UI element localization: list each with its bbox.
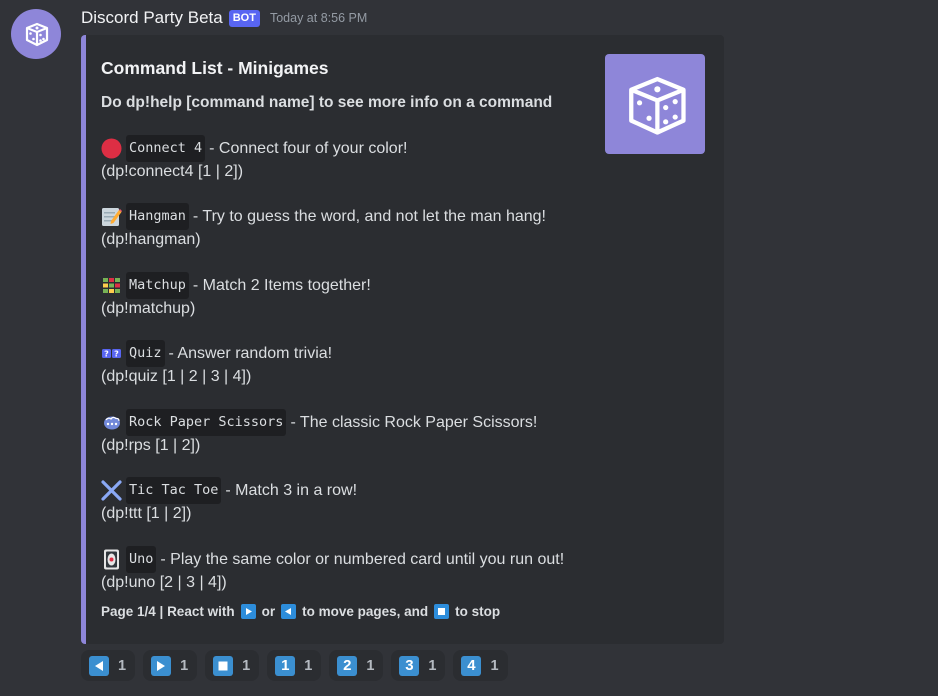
arrow-left-icon xyxy=(281,604,297,619)
playing-card-icon xyxy=(101,549,122,570)
command-name: Uno xyxy=(126,546,157,573)
command-item: Uno - Play the same color or numbered ca… xyxy=(101,546,565,594)
arrow-left-icon xyxy=(89,655,109,676)
reaction-stop[interactable]: 1 xyxy=(205,650,260,681)
keycap-4-icon: 4 xyxy=(461,655,482,676)
message-header: Discord Party Beta BOT Today at 8:56 PM xyxy=(81,7,367,29)
question-marks-icon: ? ? xyxy=(101,343,122,364)
command-description: - Connect four of your color! xyxy=(209,140,408,157)
command-item: Rock Paper Scissors - The classic Rock P… xyxy=(101,409,538,457)
stop-icon xyxy=(434,604,450,619)
command-item: Tic Tac Toe - Match 3 in a row! (dp!ttt … xyxy=(101,477,358,525)
command-name: Matchup xyxy=(126,272,189,299)
grid-icon xyxy=(101,275,122,296)
reaction-count: 1 xyxy=(242,657,251,674)
command-usage: (dp!connect4 [1 | 2]) xyxy=(101,163,244,180)
command-name: Quiz xyxy=(126,340,165,367)
embed-thumbnail[interactable] xyxy=(605,54,705,154)
dice-icon xyxy=(25,22,49,47)
reaction-page-1[interactable]: 1 1 xyxy=(267,650,322,681)
bot-avatar[interactable] xyxy=(11,9,61,59)
arrow-right-icon xyxy=(151,655,172,676)
footer-text: or xyxy=(261,604,276,619)
reaction-count: 1 xyxy=(428,657,437,674)
command-description: - Try to guess the word, and not let the… xyxy=(192,208,546,225)
dice-icon xyxy=(629,76,686,135)
command-item: Matchup - Match 2 Items together! (dp!ma… xyxy=(101,272,371,320)
command-item: ? ? Quiz - Answer random trivia! (dp!qui… xyxy=(101,340,333,388)
command-usage: (dp!hangman) xyxy=(101,231,201,248)
command-usage: (dp!ttt [1 | 2]) xyxy=(101,505,192,522)
command-usage: (dp!matchup) xyxy=(101,300,196,317)
command-name: Hangman xyxy=(126,203,189,230)
reaction-page-2[interactable]: 2 1 xyxy=(329,650,384,681)
reaction-arrow-left[interactable]: 1 xyxy=(81,650,136,681)
reaction-count: 1 xyxy=(304,657,313,674)
footer-text: to stop xyxy=(455,604,501,619)
command-name: Tic Tac Toe xyxy=(126,477,222,504)
fist-icon xyxy=(101,412,122,433)
keycap-3-icon: 3 xyxy=(399,655,420,676)
embed-footer: Page 1/4 | React with or to move pages, … xyxy=(101,604,500,619)
command-description: - Match 2 Items together! xyxy=(192,277,371,294)
arrow-right-icon xyxy=(240,604,256,619)
keycap-1-icon: 1 xyxy=(275,655,296,676)
command-item: Hangman - Try to guess the word, and not… xyxy=(101,203,546,251)
reaction-count: 1 xyxy=(490,657,499,674)
footer-text: to move pages, and xyxy=(302,604,429,619)
footer-text: Page 1/4 | React with xyxy=(101,604,235,619)
command-usage: (dp!rps [1 | 2]) xyxy=(101,437,201,454)
command-name: Connect 4 xyxy=(126,135,206,162)
red-circle-icon xyxy=(101,138,122,159)
command-item: Connect 4 - Connect four of your color! … xyxy=(101,135,408,183)
reaction-count: 1 xyxy=(366,657,375,674)
command-description: - Play the same color or numbered card u… xyxy=(160,551,565,568)
reactions-bar: 1 1 1 1 1 2 1 3 1 4 1 xyxy=(81,650,508,681)
svg-text:?: ? xyxy=(114,350,119,359)
command-description: - The classic Rock Paper Scissors! xyxy=(290,414,538,431)
reaction-count: 1 xyxy=(118,657,127,674)
cross-icon xyxy=(101,480,122,501)
svg-text:?: ? xyxy=(104,350,109,359)
keycap-2-icon: 2 xyxy=(337,655,358,676)
memo-icon xyxy=(101,206,122,227)
reaction-page-3[interactable]: 3 1 xyxy=(391,650,446,681)
command-usage: (dp!quiz [1 | 2 | 3 | 4]) xyxy=(101,368,252,385)
bot-tag: BOT xyxy=(228,9,260,27)
username[interactable]: Discord Party Beta xyxy=(81,8,223,28)
reaction-count: 1 xyxy=(180,657,189,674)
command-usage: (dp!uno [2 | 3 | 4]) xyxy=(101,574,227,591)
command-description: - Match 3 in a row! xyxy=(225,482,358,499)
reaction-arrow-right[interactable]: 1 xyxy=(143,650,198,681)
stop-icon xyxy=(213,655,234,676)
command-description: - Answer random trivia! xyxy=(168,345,333,362)
command-name: Rock Paper Scissors xyxy=(126,409,287,436)
reaction-page-4[interactable]: 4 1 xyxy=(453,650,508,681)
timestamp[interactable]: Today at 8:56 PM xyxy=(270,11,367,25)
embed: Command List - Minigames Do dp!help [com… xyxy=(81,35,724,644)
embed-title: Command List - Minigames xyxy=(101,58,329,78)
embed-subtitle: Do dp!help [command name] to see more in… xyxy=(101,94,553,111)
